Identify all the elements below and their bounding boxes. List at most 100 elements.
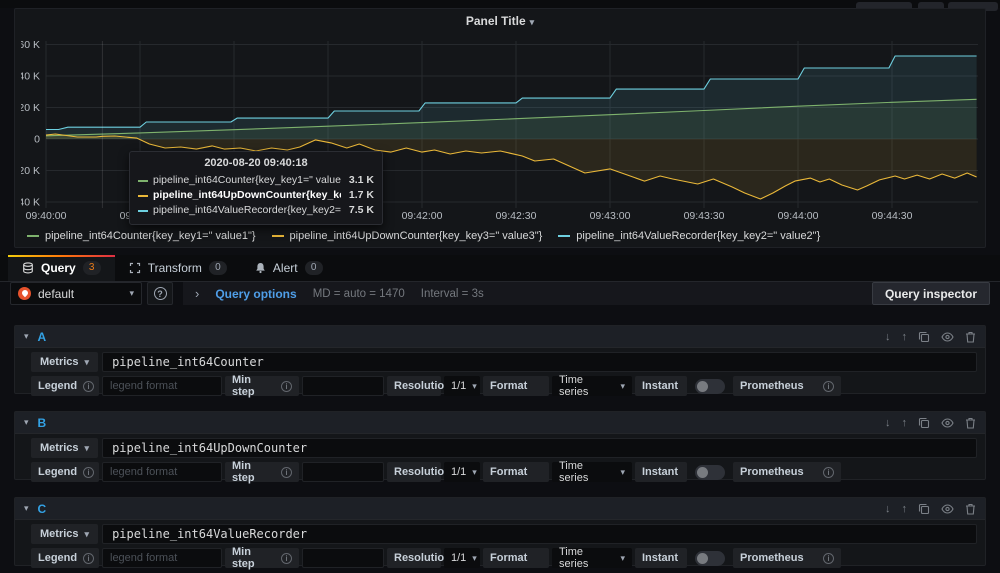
metrics-dropdown[interactable]: Metrics ▾ — [31, 352, 99, 372]
panel-card: Panel Title▾ 60 K40 K20 K0-20 K-40 K09:4… — [14, 8, 986, 248]
tab-alert[interactable]: Alert 0 — [241, 255, 337, 281]
metrics-dropdown[interactable]: Metrics ▾ — [31, 438, 99, 458]
disable-eye-icon[interactable] — [941, 503, 954, 514]
chevron-down-icon: ▾ — [84, 356, 90, 367]
resolution-select[interactable]: 1/1 ▾ — [444, 548, 480, 568]
format-label: Format — [483, 462, 549, 482]
chevron-down-icon: ▾ — [620, 552, 625, 563]
info-icon[interactable]: i — [281, 552, 292, 564]
min-step-input[interactable] — [302, 462, 384, 482]
legend-label: Legend i — [31, 376, 99, 396]
format-select[interactable]: Time series ▾ — [552, 546, 632, 570]
disable-eye-icon[interactable] — [941, 331, 954, 342]
resolution-select[interactable]: 1/1 ▾ — [444, 376, 480, 396]
datasource-picker[interactable]: default ▾ — [10, 282, 142, 305]
promql-expression-input[interactable] — [102, 352, 977, 372]
min-step-input[interactable] — [302, 548, 384, 568]
chart-legend: pipeline_int64Counter{key_key1=" value1"… — [27, 230, 820, 242]
format-select[interactable]: Time series ▾ — [552, 460, 632, 484]
svg-text:09:40:00: 09:40:00 — [26, 210, 67, 222]
query-inspector-button[interactable]: Query inspector — [871, 282, 990, 305]
tooltip-row: pipeline_int64ValueRecorder{key_key2=" v… — [138, 203, 374, 218]
svg-text:09:43:30: 09:43:30 — [684, 210, 725, 222]
svg-text:40 K: 40 K — [21, 71, 40, 83]
chevron-down-icon: ▾ — [24, 331, 29, 341]
info-icon[interactable]: i — [83, 466, 95, 478]
trash-icon[interactable] — [965, 417, 976, 429]
duplicate-icon[interactable] — [918, 417, 930, 429]
series-marker — [558, 235, 571, 237]
tooltip-series-value: 1.7 K — [348, 189, 374, 201]
legend-label: Legend i — [31, 548, 99, 568]
legend-item[interactable]: pipeline_int64Counter{key_key1=" value1"… — [27, 230, 256, 242]
query-ref-id: C — [37, 501, 47, 516]
chart-tooltip: 2020-08-20 09:40:18 pipeline_int64Counte… — [129, 151, 383, 225]
resolution-select[interactable]: 1/1 ▾ — [444, 462, 480, 482]
info-icon[interactable]: i — [281, 380, 292, 392]
chevron-down-icon: ▾ — [529, 17, 535, 27]
tab-label: Alert — [272, 261, 298, 275]
instant-toggle[interactable] — [695, 464, 725, 480]
move-up-icon[interactable]: ↑ — [902, 331, 908, 343]
promql-expression-input[interactable] — [102, 524, 977, 544]
min-step-input[interactable] — [302, 376, 384, 396]
legend-format-input[interactable] — [102, 462, 222, 482]
query-ref-id: B — [37, 415, 47, 430]
duplicate-icon[interactable] — [918, 331, 930, 343]
chevron-down-icon: ▾ — [472, 466, 477, 477]
legend-item[interactable]: pipeline_int64UpDownCounter{key_key3=" v… — [271, 230, 542, 242]
query-row-header[interactable]: ▾ B ↓ ↑ — [15, 412, 985, 434]
angle-right-icon: › — [195, 286, 200, 301]
tooltip-row: pipeline_int64Counter{key_key1=" value1"… — [138, 173, 374, 188]
metrics-label: Metrics — [40, 528, 79, 540]
legend-format-input[interactable] — [102, 376, 222, 396]
move-up-icon[interactable]: ↑ — [902, 417, 908, 429]
move-up-icon[interactable]: ↑ — [902, 503, 908, 515]
move-down-icon[interactable]: ↓ — [885, 503, 891, 515]
query-row-header[interactable]: ▾ C ↓ ↑ — [15, 498, 985, 520]
tab-query[interactable]: Query 3 — [8, 255, 115, 281]
min-step-label: Min step i — [225, 546, 299, 570]
legend-format-input[interactable] — [102, 548, 222, 568]
legend-item[interactable]: pipeline_int64ValueRecorder{key_key2=" v… — [558, 230, 820, 242]
info-icon[interactable]: i — [823, 380, 834, 392]
info-icon[interactable]: i — [823, 466, 834, 478]
chevron-down-icon: ▾ — [24, 417, 29, 427]
prometheus-icon — [18, 287, 31, 300]
info-icon[interactable]: i — [823, 552, 834, 564]
tab-transform[interactable]: Transform 0 — [115, 255, 241, 281]
svg-text:09:44:00: 09:44:00 — [778, 210, 819, 222]
move-down-icon[interactable]: ↓ — [885, 417, 891, 429]
instant-toggle[interactable] — [695, 378, 725, 394]
series-marker — [138, 194, 148, 197]
promql-expression-input[interactable] — [102, 438, 977, 458]
svg-text:-40 K: -40 K — [21, 197, 40, 209]
info-icon[interactable]: i — [281, 466, 292, 478]
resolution-label: Resolution — [387, 548, 451, 568]
datasource-help-label: Prometheus i — [733, 376, 841, 396]
tooltip-timestamp: 2020-08-20 09:40:18 — [204, 157, 308, 169]
info-icon[interactable]: i — [83, 380, 95, 392]
metrics-dropdown[interactable]: Metrics ▾ — [31, 524, 99, 544]
query-options-interval: Interval = 3s — [420, 287, 484, 300]
help-icon: ? — [153, 287, 167, 300]
datasource-selected: default — [38, 286, 75, 301]
tooltip-row-highlighted: pipeline_int64UpDownCounter{key_key3=" v… — [138, 188, 374, 203]
datasource-help-button[interactable]: ? — [147, 282, 173, 305]
instant-toggle[interactable] — [695, 550, 725, 566]
query-row-c: ▾ C ↓ ↑ Metrics ▾ Legendi Min stepi Reso… — [14, 497, 986, 570]
chevron-down-icon: ▾ — [84, 528, 90, 539]
trash-icon[interactable] — [965, 503, 976, 515]
move-down-icon[interactable]: ↓ — [885, 331, 891, 343]
disable-eye-icon[interactable] — [941, 417, 954, 428]
format-select[interactable]: Time series ▾ — [552, 374, 632, 398]
metrics-label: Metrics — [40, 442, 79, 454]
query-row-header[interactable]: ▾ A ↓ ↑ — [15, 326, 985, 348]
panel-header[interactable]: Panel Title ▾ — [15, 14, 985, 28]
trash-icon[interactable] — [965, 331, 976, 343]
query-options-toggle[interactable]: › Query options MD = auto = 1470 Interva… — [183, 282, 872, 305]
tooltip-series-label: pipeline_int64ValueRecorder{key_key2=" v… — [153, 204, 341, 216]
tooltip-series-value: 7.5 K — [348, 204, 374, 216]
info-icon[interactable]: i — [83, 552, 95, 564]
duplicate-icon[interactable] — [918, 503, 930, 515]
